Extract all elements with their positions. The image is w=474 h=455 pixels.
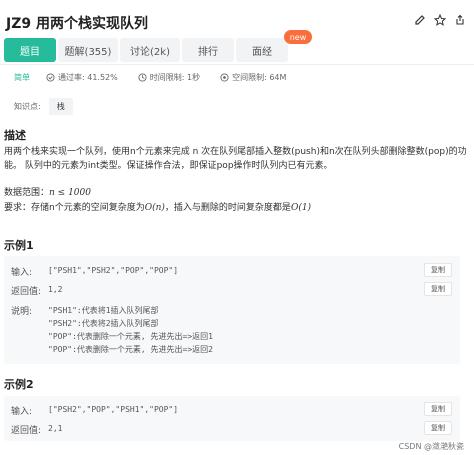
share-icon[interactable] <box>454 14 466 26</box>
complexity-requirement: 要求：存储n个元素的空间复杂度为O(n)，插入与删除的时间复杂度都是O(1) <box>4 202 311 214</box>
description-line-2: 能。 队列中的元素为int类型。保证操作合法，即保证pop操作时队列内已有元素。 <box>4 161 333 171</box>
edit-icon[interactable] <box>414 14 426 26</box>
input-label: 输入: <box>11 268 33 278</box>
new-badge: new <box>284 30 312 44</box>
output-label: 返回值: <box>11 426 42 436</box>
pass-rate: 通过率: 41.52% <box>46 72 118 83</box>
check-circle-icon <box>46 73 55 82</box>
tab-solutions[interactable]: 题解(355) <box>58 38 118 62</box>
tab-interview[interactable]: 面经 <box>236 38 288 62</box>
description-heading: 描述 <box>4 129 26 142</box>
time-limit: 时间限制: 1秒 <box>138 72 200 83</box>
output-label: 返回值: <box>11 287 42 297</box>
star-icon[interactable] <box>434 14 446 26</box>
knowledge-label: 知识点: <box>14 102 41 111</box>
difficulty-label: 简单 <box>14 73 30 82</box>
time-complexity: O(1) <box>290 203 312 213</box>
clock-icon <box>138 73 147 82</box>
problem-tabs: 题目 题解(355) 讨论(2k) 排行 面经 <box>4 38 304 62</box>
knowledge-points: 知识点: 栈 <box>14 98 73 115</box>
problem-meta: 简单 通过率: 41.52% 时间限制: 1秒 空间限制: 64M <box>14 72 306 83</box>
explain-line: "PSH1":代表将1插入队列尾部 <box>48 306 159 315</box>
tab-problem[interactable]: 题目 <box>4 38 56 62</box>
tab-discussion[interactable]: 讨论(2k) <box>120 38 180 62</box>
explain-line: "POP":代表删除一个元素, 先进先出=>返回1 <box>48 332 213 341</box>
space-complexity: O(n) <box>144 203 165 213</box>
divider <box>0 64 474 65</box>
copy-input-button[interactable]: 复制 <box>424 263 452 277</box>
tab-ranking[interactable]: 排行 <box>182 38 234 62</box>
copy-output-button[interactable]: 复制 <box>424 421 452 435</box>
example-1-heading: 示例1 <box>4 239 34 252</box>
range-label: 数据范围： <box>4 188 50 198</box>
example-1-box: 输入: ["PSH1","PSH2","POP","POP"] 复制 返回值: … <box>4 256 460 364</box>
space-limit-text: 空间限制: 64M <box>232 73 287 82</box>
explain-line: "POP":代表删除一个元素, 先进先出=>返回2 <box>48 345 213 354</box>
requirement-mid: ，插入与删除的时间复杂度都是 <box>164 203 291 213</box>
output-value: 2,1 <box>48 424 63 433</box>
example-2-box: 输入: ["PSH2","POP","PSH1","POP"] 复制 返回值: … <box>4 396 460 441</box>
copy-input-button[interactable]: 复制 <box>424 402 452 416</box>
memory-icon <box>220 73 229 82</box>
requirement-text: 要求：存储n个元素的空间复杂度为 <box>4 203 145 213</box>
explain-label: 说明: <box>11 307 33 317</box>
input-label: 输入: <box>11 407 33 417</box>
output-value: 1,2 <box>48 285 63 294</box>
pass-rate-text: 通过率: 41.52% <box>58 73 118 82</box>
data-range: 数据范围：n ≤ 1000 <box>4 187 91 199</box>
example-2-heading: 示例2 <box>4 378 34 391</box>
time-limit-text: 时间限制: 1秒 <box>149 73 201 82</box>
input-value: ["PSH1","PSH2","POP","POP"] <box>48 266 179 275</box>
input-value: ["PSH2","POP","PSH1","POP"] <box>48 405 179 414</box>
page-title: JZ9 用两个栈实现队列 <box>6 16 148 32</box>
range-math: n ≤ 1000 <box>49 188 91 198</box>
explain-line: "PSH2":代表将2插入队列尾部 <box>48 319 159 328</box>
header-actions <box>414 14 466 26</box>
watermark: CSDN @潋滟秋瓷 <box>398 442 464 451</box>
knowledge-tag[interactable]: 栈 <box>48 98 73 115</box>
problem-header: JZ9 用两个栈实现队列 <box>0 0 474 40</box>
space-limit: 空间限制: 64M <box>220 72 286 83</box>
copy-output-button[interactable]: 复制 <box>424 282 452 296</box>
description-line-1: 用两个栈来实现一个队列，使用n个元素来完成 n 次在队列尾部插入整数(push)… <box>4 147 467 157</box>
